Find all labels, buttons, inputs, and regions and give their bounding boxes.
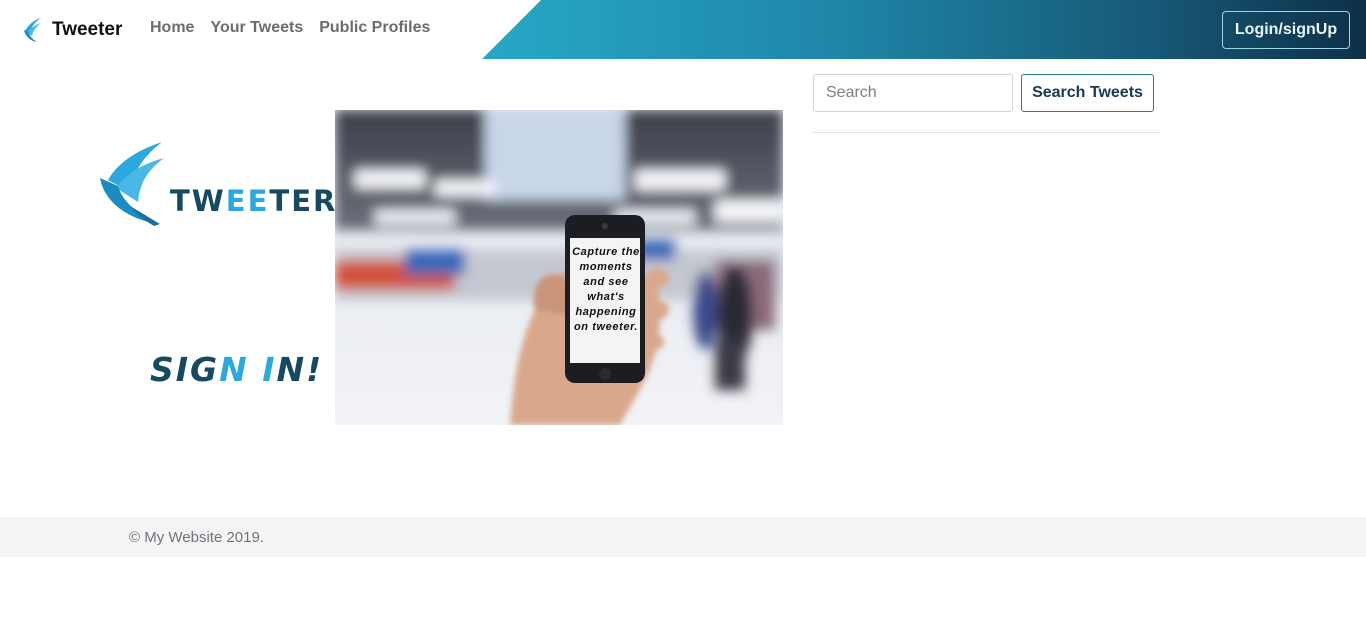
bird-logo-icon (22, 17, 44, 43)
station-phone-illustration (335, 110, 783, 425)
search-divider (813, 132, 1160, 133)
large-bird-logo-icon (100, 142, 164, 226)
footer: © My Website 2019. (0, 517, 1366, 557)
footer-copyright: © My Website 2019. (129, 529, 264, 546)
sign-in-heading[interactable]: SIGN IN! (150, 350, 323, 389)
sign-in-part-5: N! (276, 350, 324, 389)
phone-caption: Capture the moments and see what's happe… (572, 246, 640, 333)
brand-link[interactable]: Tweeter (22, 15, 122, 45)
sign-in-part-1: SIG (150, 350, 220, 389)
wordmark-part-ee: EE (225, 184, 270, 218)
sign-in-part-2: N (219, 350, 249, 389)
login-signup-button[interactable]: Login/signUp (1222, 11, 1350, 49)
sign-in-part-3 (249, 350, 263, 389)
brand-name: Tweeter (52, 19, 123, 40)
hero-phone-image: Capture the moments and see what's happe… (335, 110, 783, 425)
wordmark-part-ter: TER (269, 184, 338, 218)
sign-in-part-4: I (262, 350, 277, 389)
large-logo-wordmark: TWEETER (170, 184, 337, 218)
search-input[interactable] (813, 74, 1013, 112)
tweeter-large-logo: TWEETER (100, 140, 335, 230)
wordmark-part-tw: TW (170, 184, 226, 218)
nav-link-your-tweets[interactable]: Your Tweets (210, 19, 303, 37)
search-tweets-button[interactable]: Search Tweets (1021, 74, 1154, 112)
nav-link-home[interactable]: Home (150, 19, 194, 37)
nav-links: Home Your Tweets Public Profiles (150, 19, 430, 37)
nav-link-public-profiles[interactable]: Public Profiles (319, 19, 430, 37)
navbar: Tweeter Home Your Tweets Public Profiles… (0, 0, 1366, 59)
